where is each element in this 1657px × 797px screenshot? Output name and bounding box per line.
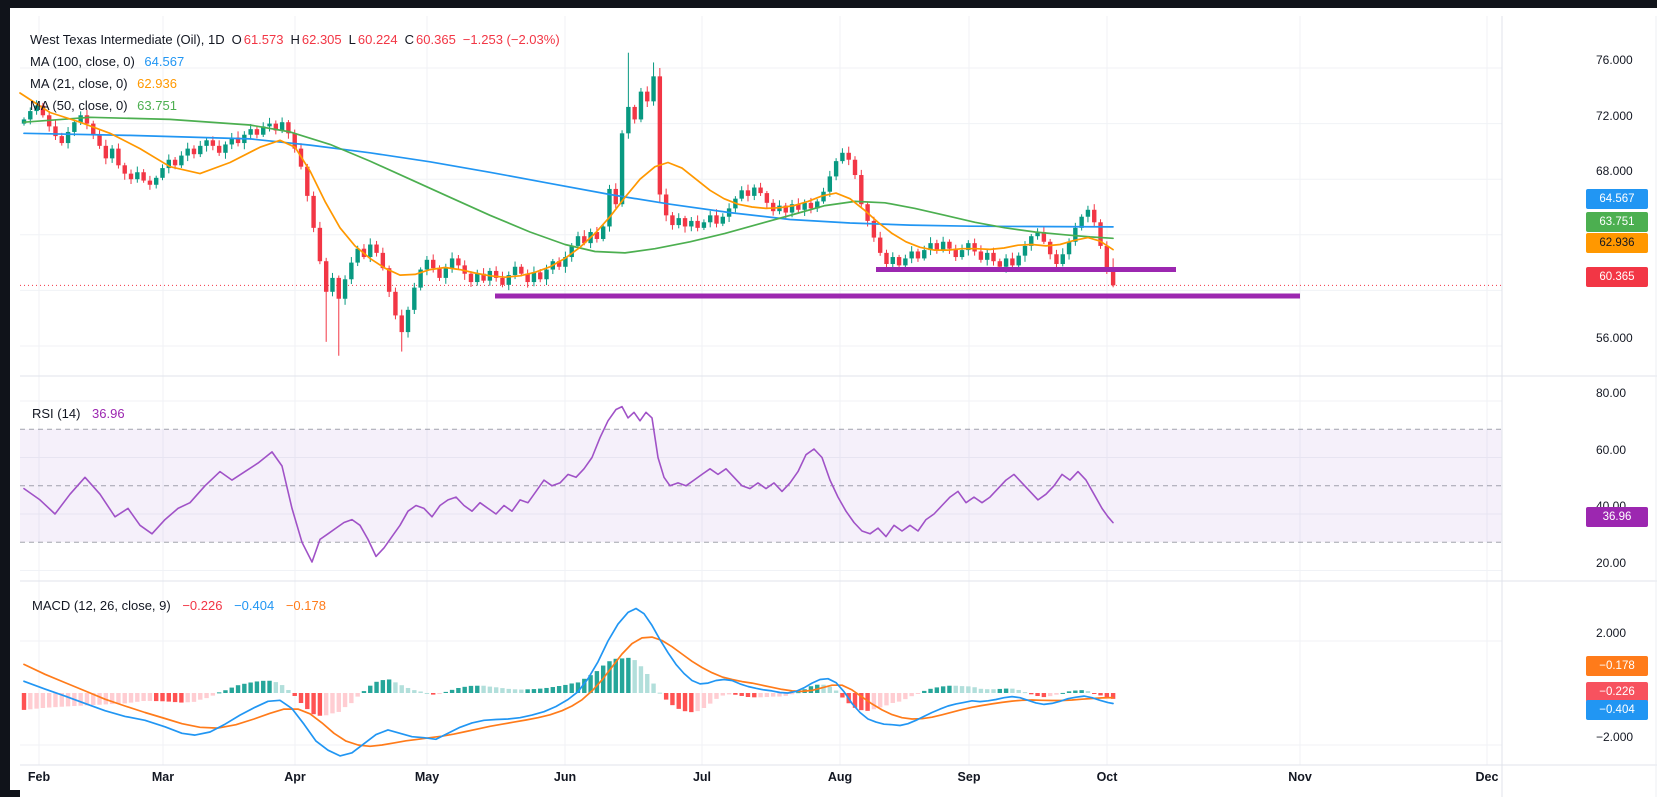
macd-hist-badge: −0.226 [1586, 682, 1648, 702]
ohlc-close-key: C [405, 32, 414, 47]
price-axis-tick: 56.000 [1596, 331, 1657, 345]
change-value: −1.253 (−2.03%) [463, 32, 560, 47]
time-axis[interactable] [20, 765, 1502, 797]
symbol-legend-row[interactable]: West Texas Intermediate (Oil), 1D O61.573… [30, 29, 560, 51]
main-legend: West Texas Intermediate (Oil), 1D O61.573… [30, 29, 560, 117]
rsi-legend[interactable]: RSI (14) 36.96 [32, 406, 125, 421]
ma100-value: 64.567 [144, 54, 184, 69]
ohlc-close-value: 60.365 [416, 32, 456, 47]
macd-label: MACD (12, 26, close, 9) [32, 598, 171, 613]
time-axis-month-apr: Apr [284, 770, 306, 784]
time-axis-month-nov: Nov [1288, 770, 1312, 784]
time-axis-month-dec: Dec [1476, 770, 1499, 784]
chart-surface[interactable]: West Texas Intermediate (Oil), 1D O61.573… [10, 8, 1657, 790]
rsi-axis-tick: 20.00 [1596, 556, 1657, 570]
ma100-legend-row[interactable]: MA (100, close, 0) 64.567 [30, 51, 560, 73]
macd-hist-value: −0.226 [182, 598, 222, 613]
symbol-title: West Texas Intermediate (Oil), 1D [30, 32, 225, 47]
ohlc-high-key: H [290, 32, 299, 47]
price-axis-tick: 68.000 [1596, 164, 1657, 178]
time-axis-month-feb: Feb [28, 770, 50, 784]
ohlc-open-value: 61.573 [244, 32, 284, 47]
macd-signal-value: −0.178 [286, 598, 326, 613]
rsi-value-badge: 36.96 [1586, 507, 1648, 527]
ma21-label: MA (21, close, 0) [30, 76, 128, 91]
ohlc-low-value: 60.224 [358, 32, 398, 47]
macd-legend[interactable]: MACD (12, 26, close, 9) −0.226 −0.404 −0… [32, 598, 326, 613]
ma50-label: MA (50, close, 0) [30, 98, 128, 113]
ma21-price-badge: 62.936 [1586, 233, 1648, 253]
ma21-legend-row[interactable]: MA (21, close, 0) 62.936 [30, 73, 560, 95]
time-axis-month-may: May [415, 770, 439, 784]
macd-axis-tick: 2.000 [1596, 626, 1657, 640]
ma21-value: 62.936 [137, 76, 177, 91]
ohlc-low-key: L [349, 32, 356, 47]
macd-line-badge: −0.404 [1586, 700, 1648, 720]
price-axis-tick: 76.000 [1596, 53, 1657, 67]
ma50-legend-row[interactable]: MA (50, close, 0) 63.751 [30, 95, 560, 117]
ma50-price-badge: 63.751 [1586, 212, 1648, 232]
rsi-axis-tick: 60.00 [1596, 443, 1657, 457]
time-axis-month-oct: Oct [1097, 770, 1118, 784]
time-axis-month-aug: Aug [828, 770, 852, 784]
ma100-price-badge: 64.567 [1586, 189, 1648, 209]
time-axis-month-jun: Jun [554, 770, 576, 784]
trading-chart-window: West Texas Intermediate (Oil), 1D O61.573… [0, 0, 1657, 797]
time-axis-month-mar: Mar [152, 770, 174, 784]
time-axis-month-jul: Jul [693, 770, 711, 784]
price-axis-tick: 72.000 [1596, 109, 1657, 123]
last-price-badge: 60.365 [1586, 267, 1648, 287]
rsi-axis-tick: 80.00 [1596, 386, 1657, 400]
chart-canvas[interactable] [10, 8, 1657, 797]
ma100-label: MA (100, close, 0) [30, 54, 135, 69]
macd-line-value: −0.404 [234, 598, 274, 613]
ohlc-open-key: O [232, 32, 242, 47]
rsi-value: 36.96 [92, 406, 125, 421]
macd-axis-tick: −2.000 [1596, 730, 1657, 744]
rsi-label: RSI (14) [32, 406, 80, 421]
ma50-value: 63.751 [137, 98, 177, 113]
ohlc-high-value: 62.305 [302, 32, 342, 47]
time-axis-month-sep: Sep [958, 770, 981, 784]
macd-signal-badge: −0.178 [1586, 656, 1648, 676]
